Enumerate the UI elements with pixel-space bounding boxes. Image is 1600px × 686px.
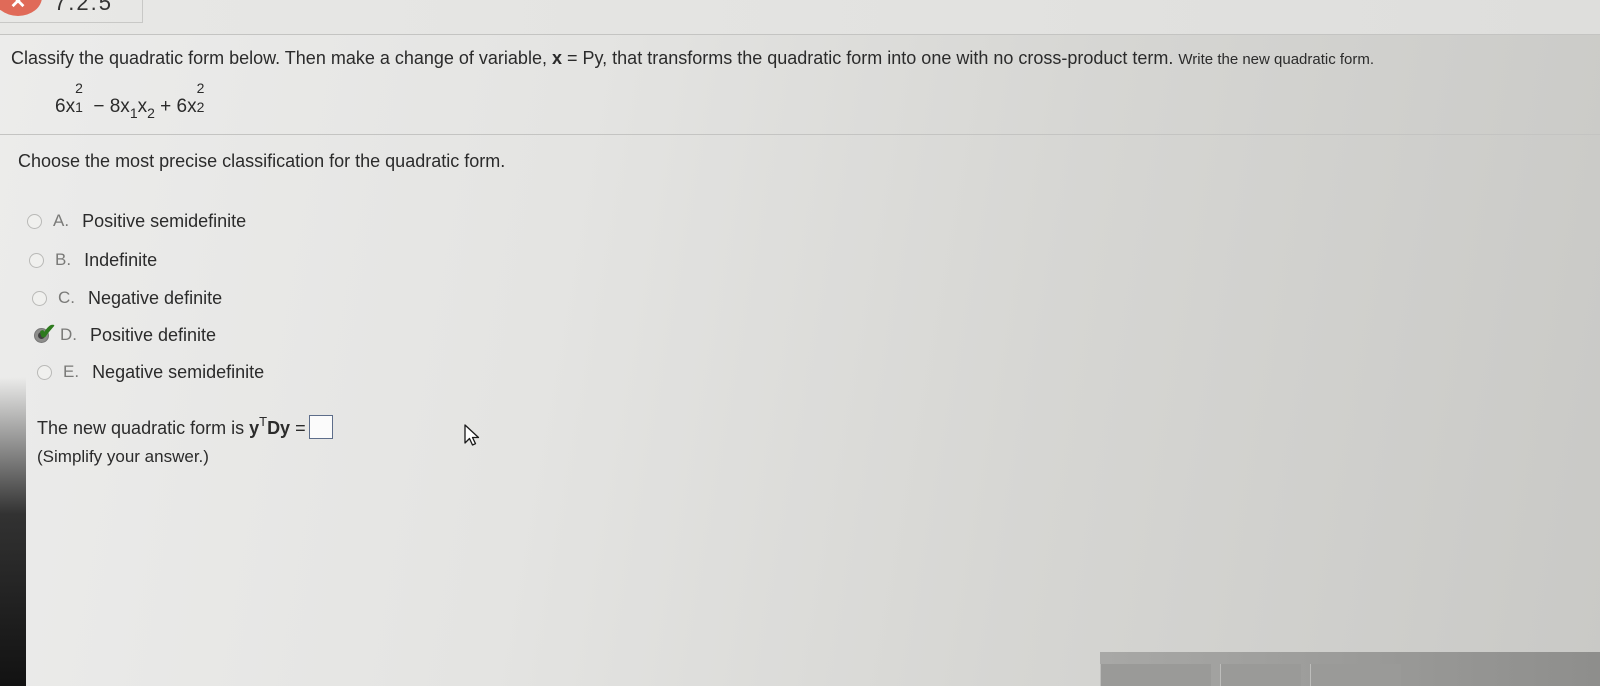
- term-3: + 6x: [154, 96, 197, 117]
- answer-input[interactable]: [308, 415, 333, 439]
- instructions-equals: =: [561, 48, 583, 68]
- instructions-text-1: Classify the quadratic form below. Then …: [11, 48, 552, 68]
- option-label: Indefinite: [84, 249, 158, 270]
- option-letter: B.: [55, 250, 72, 269]
- radio-icon[interactable]: [27, 213, 42, 229]
- answer-dy: Dy: [267, 417, 291, 438]
- option-e[interactable]: E. Negative semidefinite: [37, 360, 264, 384]
- option-c[interactable]: C. Negative definite: [32, 286, 222, 310]
- term-1: 6x: [55, 96, 76, 117]
- taskbar-segment: [1310, 664, 1401, 686]
- option-letter: C.: [58, 288, 75, 307]
- option-label: Positive definite: [90, 324, 217, 345]
- checkmark-icon: ✔: [38, 318, 57, 344]
- instructions-text-2: , that transforms the quadratic form int…: [602, 48, 1179, 68]
- term-3-sub: 2: [196, 99, 205, 115]
- term-2: − 8x: [88, 96, 130, 117]
- header-divider: [0, 34, 1600, 35]
- answer-equals: =: [290, 417, 306, 438]
- option-a[interactable]: A. Positive semidefinite: [27, 209, 246, 233]
- question-prompt: Choose the most precise classification f…: [18, 151, 506, 171]
- term-1-sub: 1: [75, 99, 83, 115]
- term-2-x: x: [137, 96, 148, 117]
- taskbar-segment: [1100, 664, 1211, 686]
- problem-number: 7.2.5: [54, 0, 113, 15]
- answer-transpose: T: [259, 413, 268, 429]
- top-strip: [0, 0, 1600, 34]
- instructions-var-x: x: [551, 48, 562, 68]
- taskbar: [1100, 652, 1600, 686]
- section-divider: [0, 134, 1600, 135]
- answer-expression: yTDy: [249, 414, 291, 438]
- radio-icon[interactable]: [29, 252, 44, 268]
- answer-line: The new quadratic form is yTDy =: [37, 414, 333, 441]
- answer-y: y: [249, 417, 260, 438]
- option-letter: A.: [53, 211, 70, 230]
- radio-icon[interactable]: [37, 364, 52, 380]
- term-3-sup: 2: [196, 80, 205, 96]
- option-label: Positive semidefinite: [82, 210, 247, 231]
- term-3-exponents: 22: [196, 80, 208, 115]
- instructions-py: Py: [582, 48, 603, 68]
- simplify-hint: (Simplify your answer.): [37, 447, 209, 466]
- instructions-text-3: Write the new quadratic form.: [1178, 51, 1375, 68]
- option-d[interactable]: ✔ D. Positive definite: [34, 320, 217, 347]
- option-label: Negative semidefinite: [92, 361, 265, 382]
- answer-prefix: The new quadratic form is: [37, 417, 250, 438]
- quadratic-form-expression: 6x 2 1 − 8x1x2 + 6x 2 2: [55, 80, 210, 121]
- instructions: Classify the quadratic form below. Then …: [11, 48, 1374, 69]
- option-label: Negative definite: [88, 287, 223, 308]
- taskbar-segment: [1220, 664, 1301, 686]
- term-1-exponents: 21: [75, 80, 86, 115]
- term-1-sup: 2: [75, 80, 83, 96]
- term-2-sub-1: 1: [129, 105, 138, 121]
- option-letter: E.: [63, 362, 80, 381]
- term-2-sub-2: 2: [147, 105, 155, 121]
- option-letter: D.: [60, 325, 77, 344]
- option-b[interactable]: B. Indefinite: [29, 248, 157, 272]
- radio-icon[interactable]: [32, 290, 47, 306]
- screen-bezel-shadow: [0, 0, 26, 686]
- radio-icon[interactable]: ✔: [34, 320, 56, 343]
- mouse-pointer-icon: [464, 424, 480, 446]
